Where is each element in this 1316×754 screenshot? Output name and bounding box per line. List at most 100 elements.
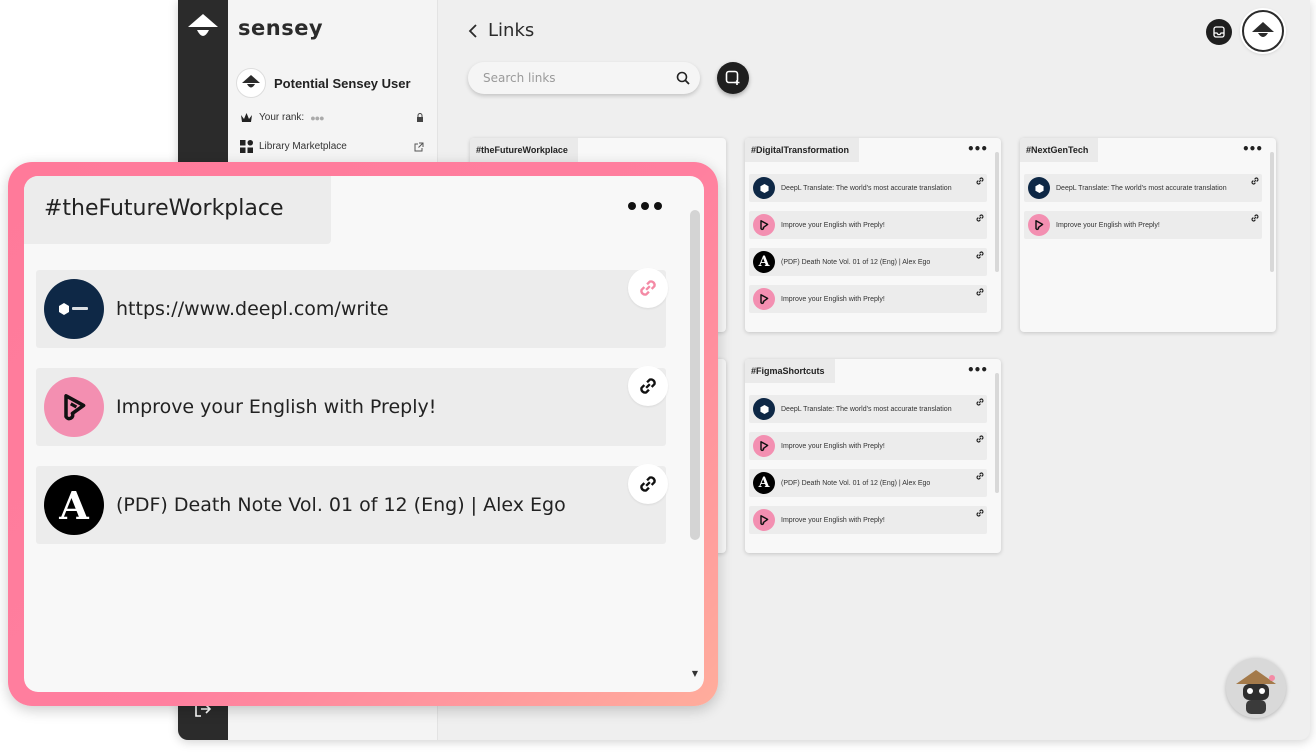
link-title: DeepL Translate: The world's most accura… xyxy=(781,405,952,413)
link-icon[interactable] xyxy=(1250,213,1260,223)
grid-apps-icon xyxy=(240,140,253,153)
search-icon[interactable] xyxy=(676,71,690,85)
board-card-digitaltransformation[interactable]: #DigitalTransformation ••• DeepL Transla… xyxy=(745,138,1001,332)
deepl-icon xyxy=(44,279,104,339)
brand-wordmark: sensey xyxy=(238,16,324,40)
alex-icon: A xyxy=(753,472,775,494)
scrollbar-thumb[interactable] xyxy=(690,210,700,540)
list-item[interactable]: Improve your English with Preply! xyxy=(749,285,987,313)
assistant-bot-button[interactable] xyxy=(1226,658,1286,718)
link-list: DeepL Translate: The world's most accura… xyxy=(749,395,987,543)
list-item[interactable]: Improve your English with Preply! xyxy=(36,366,668,446)
preply-icon xyxy=(753,288,775,310)
link-icon[interactable] xyxy=(975,471,985,481)
list-item[interactable]: DeepL Translate: The world's most accura… xyxy=(749,174,987,202)
scrollbar[interactable] xyxy=(1270,152,1274,272)
board-tag: #FigmaShortcuts xyxy=(745,359,835,383)
lock-icon xyxy=(417,112,423,122)
external-link-icon xyxy=(414,142,424,151)
board-card-figmashortcuts[interactable]: #FigmaShortcuts ••• DeepL Translate: The… xyxy=(745,359,1001,553)
link-icon[interactable] xyxy=(1250,176,1260,186)
user-name: Potential Sensey User xyxy=(274,75,411,91)
link-title: Improve your English with Preply! xyxy=(116,396,437,418)
link-list: DeepL Translate: The world's most accura… xyxy=(749,174,987,322)
more-options-icon[interactable] xyxy=(628,202,662,210)
list-item[interactable]: A (PDF) Death Note Vol. 01 of 12 (Eng) |… xyxy=(749,469,987,497)
chevron-left-icon[interactable] xyxy=(468,23,480,38)
deepl-icon xyxy=(753,398,775,420)
board-tag: #theFutureWorkplace xyxy=(470,138,578,162)
link-title: Improve your English with Preply! xyxy=(781,442,885,450)
scroll-down-icon[interactable]: ▼ xyxy=(692,669,698,678)
page-title: Links xyxy=(488,20,535,41)
scrollbar[interactable] xyxy=(995,373,999,493)
link-title: Improve your English with Preply! xyxy=(1056,221,1160,229)
expanded-board-overlay: #theFutureWorkplace ▼ https://www.deepl.… xyxy=(8,162,718,706)
hat-icon xyxy=(242,75,260,88)
scrollbar[interactable] xyxy=(995,152,999,272)
list-item[interactable]: DeepL Translate: The world's most accura… xyxy=(1024,174,1262,202)
link-list: https://www.deepl.com/write Improve your… xyxy=(36,268,668,564)
more-options-icon[interactable]: ••• xyxy=(967,142,988,156)
link-title: (PDF) Death Note Vol. 01 of 12 (Eng) | A… xyxy=(116,494,566,516)
list-item[interactable]: Improve your English with Preply! xyxy=(749,211,987,239)
link-button[interactable] xyxy=(628,464,668,504)
link-title: (PDF) Death Note Vol. 01 of 12 (Eng) | A… xyxy=(781,258,931,266)
sidebar-item-library-marketplace[interactable]: Library Marketplace xyxy=(240,140,424,153)
user-profile[interactable]: Potential Sensey User xyxy=(236,68,411,98)
deepl-icon xyxy=(753,177,775,199)
list-item[interactable]: DeepL Translate: The world's most accura… xyxy=(749,395,987,423)
link-icon[interactable] xyxy=(975,213,985,223)
add-board-button[interactable] xyxy=(717,62,749,94)
link-title: DeepL Translate: The world's most accura… xyxy=(1056,184,1227,192)
sidebar-item-label: Library Marketplace xyxy=(259,141,347,152)
link-icon[interactable] xyxy=(975,287,985,297)
search-bar xyxy=(468,62,700,94)
more-options-icon[interactable]: ••• xyxy=(1242,142,1263,156)
rank-label: Your rank: xyxy=(259,112,305,123)
link-button[interactable] xyxy=(628,366,668,406)
link-icon[interactable] xyxy=(975,434,985,444)
search-input[interactable] xyxy=(483,71,676,85)
link-icon[interactable] xyxy=(975,250,985,260)
list-item[interactable]: Improve your English with Preply! xyxy=(749,506,987,534)
link-icon[interactable] xyxy=(975,397,985,407)
list-item[interactable]: A (PDF) Death Note Vol. 01 of 12 (Eng) |… xyxy=(36,464,668,544)
board-tag: #theFutureWorkplace xyxy=(24,176,331,244)
inbox-button[interactable] xyxy=(1206,19,1232,45)
link-title: Improve your English with Preply! xyxy=(781,221,885,229)
profile-avatar[interactable] xyxy=(1242,10,1284,52)
sensey-hat-logo-icon[interactable] xyxy=(186,12,220,48)
board-tag: #DigitalTransformation xyxy=(745,138,860,162)
list-item[interactable]: A (PDF) Death Note Vol. 01 of 12 (Eng) |… xyxy=(749,248,987,276)
expanded-board: #theFutureWorkplace ▼ https://www.deepl.… xyxy=(24,176,704,692)
crown-icon xyxy=(241,113,252,122)
link-icon xyxy=(640,280,656,296)
link-list: DeepL Translate: The world's most accura… xyxy=(1024,174,1262,248)
alex-icon: A xyxy=(753,251,775,273)
link-title: Improve your English with Preply! xyxy=(781,295,885,303)
rank-row: Your rank: ●●● xyxy=(240,112,424,123)
list-item[interactable]: Improve your English with Preply! xyxy=(1024,211,1262,239)
preply-icon xyxy=(1028,214,1050,236)
robot-assistant-icon xyxy=(1236,670,1276,714)
link-title: Improve your English with Preply! xyxy=(781,516,885,524)
board-tag: #NextGenTech xyxy=(1020,138,1099,162)
board-card-nextgentech[interactable]: #NextGenTech ••• DeepL Translate: The wo… xyxy=(1020,138,1276,332)
hat-icon xyxy=(1252,22,1274,37)
link-icon[interactable] xyxy=(975,508,985,518)
avatar xyxy=(236,68,266,98)
rank-value: ●●● xyxy=(310,112,324,123)
preply-icon xyxy=(44,377,104,437)
link-icon xyxy=(640,476,656,492)
link-icon[interactable] xyxy=(975,176,985,186)
link-title: (PDF) Death Note Vol. 01 of 12 (Eng) | A… xyxy=(781,479,931,487)
inbox-icon xyxy=(1213,26,1225,38)
deepl-icon xyxy=(1028,177,1050,199)
list-item[interactable]: https://www.deepl.com/write xyxy=(36,268,668,348)
more-options-icon[interactable]: ••• xyxy=(967,363,988,377)
list-item[interactable]: Improve your English with Preply! xyxy=(749,432,987,460)
link-button[interactable] xyxy=(628,268,668,308)
alex-icon: A xyxy=(44,475,104,535)
add-square-icon xyxy=(725,70,740,85)
